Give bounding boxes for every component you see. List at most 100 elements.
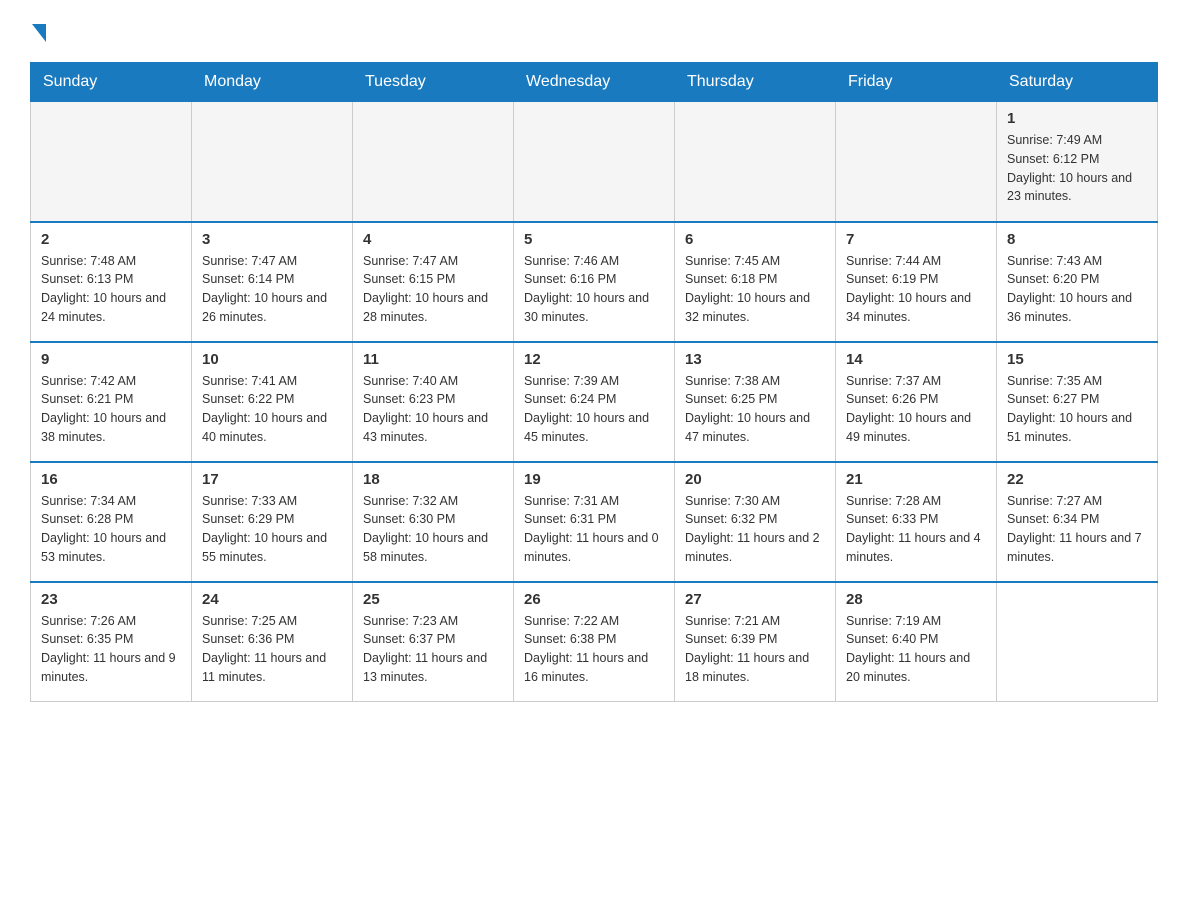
day-info: Sunrise: 7:21 AM Sunset: 6:39 PM Dayligh… — [685, 612, 825, 687]
day-number: 15 — [1007, 351, 1147, 368]
day-info: Sunrise: 7:22 AM Sunset: 6:38 PM Dayligh… — [524, 612, 664, 687]
calendar-cell — [514, 102, 675, 222]
day-info: Sunrise: 7:31 AM Sunset: 6:31 PM Dayligh… — [524, 492, 664, 567]
calendar-cell: 26 Sunrise: 7:22 AM Sunset: 6:38 PM Dayli… — [514, 582, 675, 702]
day-info: Sunrise: 7:28 AM Sunset: 6:33 PM Dayligh… — [846, 492, 986, 567]
calendar-week-row: 1 Sunrise: 7:49 AM Sunset: 6:12 PM Daylig… — [31, 102, 1158, 222]
day-info: Sunrise: 7:45 AM Sunset: 6:18 PM Dayligh… — [685, 252, 825, 327]
day-number: 20 — [685, 471, 825, 488]
day-header-tuesday: Tuesday — [353, 63, 514, 102]
calendar-cell: 10 Sunrise: 7:41 AM Sunset: 6:22 PM Dayli… — [192, 342, 353, 462]
calendar-cell: 8 Sunrise: 7:43 AM Sunset: 6:20 PM Daylig… — [997, 222, 1158, 342]
day-info: Sunrise: 7:44 AM Sunset: 6:19 PM Dayligh… — [846, 252, 986, 327]
calendar-cell: 5 Sunrise: 7:46 AM Sunset: 6:16 PM Daylig… — [514, 222, 675, 342]
page-header — [30, 20, 1158, 42]
calendar-cell: 16 Sunrise: 7:34 AM Sunset: 6:28 PM Dayli… — [31, 462, 192, 582]
day-number: 14 — [846, 351, 986, 368]
day-info: Sunrise: 7:43 AM Sunset: 6:20 PM Dayligh… — [1007, 252, 1147, 327]
calendar-cell — [192, 102, 353, 222]
day-info: Sunrise: 7:30 AM Sunset: 6:32 PM Dayligh… — [685, 492, 825, 567]
day-info: Sunrise: 7:48 AM Sunset: 6:13 PM Dayligh… — [41, 252, 181, 327]
calendar-cell: 7 Sunrise: 7:44 AM Sunset: 6:19 PM Daylig… — [836, 222, 997, 342]
day-info: Sunrise: 7:38 AM Sunset: 6:25 PM Dayligh… — [685, 372, 825, 447]
calendar-cell: 19 Sunrise: 7:31 AM Sunset: 6:31 PM Dayli… — [514, 462, 675, 582]
calendar-cell: 15 Sunrise: 7:35 AM Sunset: 6:27 PM Dayli… — [997, 342, 1158, 462]
calendar-cell: 4 Sunrise: 7:47 AM Sunset: 6:15 PM Daylig… — [353, 222, 514, 342]
calendar-cell: 21 Sunrise: 7:28 AM Sunset: 6:33 PM Dayli… — [836, 462, 997, 582]
day-number: 5 — [524, 231, 664, 248]
calendar-week-row: 16 Sunrise: 7:34 AM Sunset: 6:28 PM Dayli… — [31, 462, 1158, 582]
day-info: Sunrise: 7:27 AM Sunset: 6:34 PM Dayligh… — [1007, 492, 1147, 567]
day-number: 27 — [685, 591, 825, 608]
day-info: Sunrise: 7:39 AM Sunset: 6:24 PM Dayligh… — [524, 372, 664, 447]
day-number: 24 — [202, 591, 342, 608]
day-number: 7 — [846, 231, 986, 248]
day-info: Sunrise: 7:41 AM Sunset: 6:22 PM Dayligh… — [202, 372, 342, 447]
day-number: 1 — [1007, 110, 1147, 127]
calendar-cell: 22 Sunrise: 7:27 AM Sunset: 6:34 PM Dayli… — [997, 462, 1158, 582]
day-header-sunday: Sunday — [31, 63, 192, 102]
day-number: 23 — [41, 591, 181, 608]
day-number: 19 — [524, 471, 664, 488]
calendar-cell: 3 Sunrise: 7:47 AM Sunset: 6:14 PM Daylig… — [192, 222, 353, 342]
calendar-cell — [353, 102, 514, 222]
calendar-cell: 17 Sunrise: 7:33 AM Sunset: 6:29 PM Dayli… — [192, 462, 353, 582]
calendar-cell: 13 Sunrise: 7:38 AM Sunset: 6:25 PM Dayli… — [675, 342, 836, 462]
day-number: 18 — [363, 471, 503, 488]
day-info: Sunrise: 7:34 AM Sunset: 6:28 PM Dayligh… — [41, 492, 181, 567]
calendar-cell: 27 Sunrise: 7:21 AM Sunset: 6:39 PM Dayli… — [675, 582, 836, 702]
day-info: Sunrise: 7:19 AM Sunset: 6:40 PM Dayligh… — [846, 612, 986, 687]
day-number: 17 — [202, 471, 342, 488]
calendar-cell: 20 Sunrise: 7:30 AM Sunset: 6:32 PM Dayli… — [675, 462, 836, 582]
day-info: Sunrise: 7:37 AM Sunset: 6:26 PM Dayligh… — [846, 372, 986, 447]
calendar-cell: 1 Sunrise: 7:49 AM Sunset: 6:12 PM Daylig… — [997, 102, 1158, 222]
calendar-week-row: 2 Sunrise: 7:48 AM Sunset: 6:13 PM Daylig… — [31, 222, 1158, 342]
day-number: 25 — [363, 591, 503, 608]
calendar-cell: 6Sunrise: 7:45 AM Sunset: 6:18 PM Daylig… — [675, 222, 836, 342]
day-number: 2 — [41, 231, 181, 248]
calendar-cell — [836, 102, 997, 222]
day-info: Sunrise: 7:25 AM Sunset: 6:36 PM Dayligh… — [202, 612, 342, 687]
day-info: Sunrise: 7:42 AM Sunset: 6:21 PM Dayligh… — [41, 372, 181, 447]
day-info: Sunrise: 7:35 AM Sunset: 6:27 PM Dayligh… — [1007, 372, 1147, 447]
calendar-cell: 12 Sunrise: 7:39 AM Sunset: 6:24 PM Dayli… — [514, 342, 675, 462]
calendar-header-row: SundayMondayTuesdayWednesdayThursdayFrid… — [31, 63, 1158, 102]
calendar-cell — [675, 102, 836, 222]
day-header-thursday: Thursday — [675, 63, 836, 102]
day-number: 12 — [524, 351, 664, 368]
day-number: 13 — [685, 351, 825, 368]
calendar-cell: 18Sunrise: 7:32 AM Sunset: 6:30 PM Dayli… — [353, 462, 514, 582]
calendar-cell: 2 Sunrise: 7:48 AM Sunset: 6:13 PM Daylig… — [31, 222, 192, 342]
day-number: 4 — [363, 231, 503, 248]
day-info: Sunrise: 7:33 AM Sunset: 6:29 PM Dayligh… — [202, 492, 342, 567]
day-info: Sunrise: 7:49 AM Sunset: 6:12 PM Dayligh… — [1007, 131, 1147, 206]
logo-arrow-icon — [32, 24, 46, 42]
calendar-cell: 11 Sunrise: 7:40 AM Sunset: 6:23 PM Dayli… — [353, 342, 514, 462]
day-info: Sunrise: 7:46 AM Sunset: 6:16 PM Dayligh… — [524, 252, 664, 327]
calendar-cell: 28Sunrise: 7:19 AM Sunset: 6:40 PM Dayli… — [836, 582, 997, 702]
day-number: 8 — [1007, 231, 1147, 248]
day-info: Sunrise: 7:40 AM Sunset: 6:23 PM Dayligh… — [363, 372, 503, 447]
day-info: Sunrise: 7:23 AM Sunset: 6:37 PM Dayligh… — [363, 612, 503, 687]
day-number: 16 — [41, 471, 181, 488]
calendar-cell: 9 Sunrise: 7:42 AM Sunset: 6:21 PM Daylig… — [31, 342, 192, 462]
calendar-cell — [997, 582, 1158, 702]
calendar-cell: 25 Sunrise: 7:23 AM Sunset: 6:37 PM Dayli… — [353, 582, 514, 702]
day-header-wednesday: Wednesday — [514, 63, 675, 102]
calendar-cell — [31, 102, 192, 222]
calendar-cell: 24 Sunrise: 7:25 AM Sunset: 6:36 PM Dayli… — [192, 582, 353, 702]
day-info: Sunrise: 7:47 AM Sunset: 6:15 PM Dayligh… — [363, 252, 503, 327]
day-number: 11 — [363, 351, 503, 368]
calendar-cell: 23Sunrise: 7:26 AM Sunset: 6:35 PM Dayli… — [31, 582, 192, 702]
day-number: 3 — [202, 231, 342, 248]
day-number: 21 — [846, 471, 986, 488]
day-number: 22 — [1007, 471, 1147, 488]
day-header-saturday: Saturday — [997, 63, 1158, 102]
day-info: Sunrise: 7:47 AM Sunset: 6:14 PM Dayligh… — [202, 252, 342, 327]
calendar-week-row: 9 Sunrise: 7:42 AM Sunset: 6:21 PM Daylig… — [31, 342, 1158, 462]
calendar-table: SundayMondayTuesdayWednesdayThursdayFrid… — [30, 62, 1158, 702]
day-number: 10 — [202, 351, 342, 368]
calendar-week-row: 23Sunrise: 7:26 AM Sunset: 6:35 PM Dayli… — [31, 582, 1158, 702]
day-number: 26 — [524, 591, 664, 608]
day-number: 9 — [41, 351, 181, 368]
